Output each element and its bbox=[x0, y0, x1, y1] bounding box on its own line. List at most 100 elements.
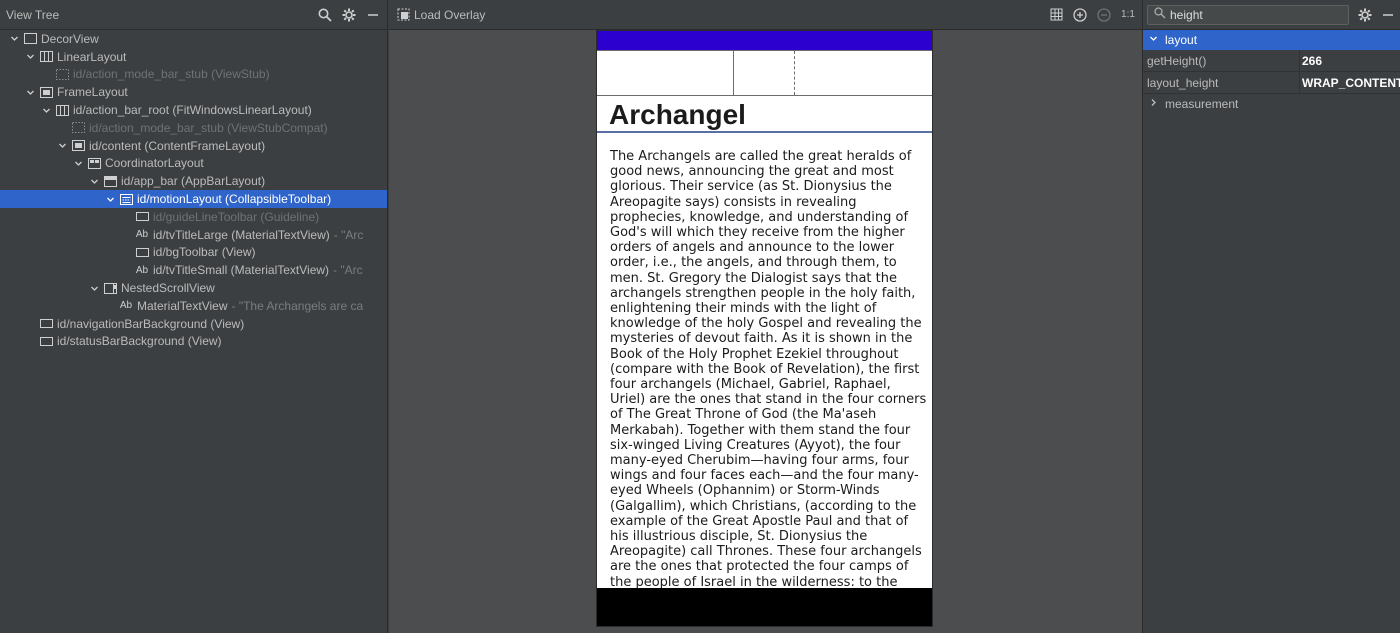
tree-node[interactable]: Ab id/tvTitleLarge (MaterialTextView) - "A… bbox=[0, 226, 387, 244]
tree-node[interactable]: id/app_bar (AppBarLayout) bbox=[0, 172, 387, 190]
property-value: WRAP_CONTENT bbox=[1299, 72, 1400, 93]
chevron-down-icon[interactable] bbox=[88, 175, 100, 187]
guideline bbox=[794, 51, 795, 95]
tree-node-label: id/tvTitleSmall (MaterialTextView) bbox=[153, 263, 330, 278]
view-tree: DecorView LinearLayout id/action_mode_bar_… bbox=[0, 30, 387, 350]
chevron-down-icon[interactable] bbox=[24, 86, 36, 98]
tree-node-label: NestedScrollView bbox=[121, 281, 215, 296]
tree-node[interactable]: FrameLayout bbox=[0, 83, 387, 101]
tree-node-label: id/tvTitleLarge (MaterialTextView) bbox=[153, 227, 330, 242]
tree-node-label: id/statusBarBackground (View) bbox=[57, 334, 222, 349]
search-icon bbox=[1154, 7, 1166, 22]
property-group-layout[interactable]: layout bbox=[1143, 30, 1400, 50]
tree-node[interactable]: id/action_bar_root (FitWindowsLinearLayo… bbox=[0, 101, 387, 119]
zoom-out-icon[interactable] bbox=[1096, 7, 1112, 23]
attributes-header bbox=[1143, 0, 1400, 30]
chevron-down-icon[interactable] bbox=[72, 157, 84, 169]
property-group-label: layout bbox=[1165, 33, 1198, 47]
tree-node[interactable]: Ab id/tvTitleSmall (MaterialTextView) - "A… bbox=[0, 261, 387, 279]
property-group-label: measurement bbox=[1165, 97, 1239, 111]
attribute-search-box[interactable] bbox=[1147, 4, 1349, 25]
tree-node[interactable]: Ab MaterialTextView - "The Archangels are … bbox=[0, 297, 387, 315]
tree-node[interactable]: id/action_mode_bar_stub (ViewStub) bbox=[0, 66, 387, 84]
tree-node-text-preview: - "Arc bbox=[333, 263, 363, 278]
tree-node[interactable]: NestedScrollView bbox=[0, 279, 387, 297]
tree-node-text-preview: - "The Archangels are ca bbox=[231, 298, 364, 313]
chevron-down-icon[interactable] bbox=[104, 193, 116, 205]
property-row[interactable]: layout_height WRAP_CONTENT bbox=[1143, 72, 1400, 94]
property-value: 266 bbox=[1299, 50, 1400, 71]
view-type-scroll-icon bbox=[103, 282, 117, 294]
view-type-view-icon bbox=[39, 335, 53, 347]
tree-node[interactable]: id/action_mode_bar_stub (ViewStubCompat) bbox=[0, 119, 387, 137]
tree-node[interactable]: id/navigationBarBackground (View) bbox=[0, 315, 387, 333]
attribute-search-input[interactable] bbox=[1170, 7, 1320, 22]
tree-node[interactable]: id/bgToolbar (View) bbox=[0, 244, 387, 262]
tree-node[interactable]: id/content (ContentFrameLayout) bbox=[0, 137, 387, 155]
property-key: getHeight() bbox=[1147, 53, 1207, 68]
tree-node-label: id/app_bar (AppBarLayout) bbox=[121, 174, 266, 189]
chevron-down-icon[interactable] bbox=[40, 104, 52, 116]
view-tree-header: View Tree bbox=[0, 0, 387, 30]
article-text: The Archangels are called the great hera… bbox=[610, 149, 927, 620]
chevron-down-icon[interactable] bbox=[8, 33, 20, 45]
view-type-view-icon bbox=[135, 211, 149, 223]
property-row[interactable]: getHeight() 266 bbox=[1143, 50, 1400, 72]
tree-node-label: DecorView bbox=[41, 31, 99, 46]
overlay-icon bbox=[395, 7, 411, 23]
tree-node[interactable]: id/statusBarBackground (View) bbox=[0, 333, 387, 351]
search-icon[interactable] bbox=[317, 7, 333, 23]
property-key: layout_height bbox=[1147, 75, 1219, 90]
view-type-text-icon: Ab bbox=[135, 229, 149, 241]
actual-size-button[interactable]: 1:1 bbox=[1120, 7, 1136, 23]
navigation-bar-background bbox=[597, 588, 932, 626]
tree-node-label: MaterialTextView bbox=[137, 298, 228, 313]
tree-node-label: CoordinatorLayout bbox=[105, 156, 204, 171]
tree-node-label: id/guideLineToolbar (Guideline) bbox=[153, 209, 320, 224]
layout-bounds-icon[interactable] bbox=[1048, 7, 1064, 23]
tree-node[interactable]: id/guideLineToolbar (Guideline) bbox=[0, 208, 387, 226]
view-type-text-icon: Ab bbox=[119, 300, 133, 312]
minimize-icon[interactable] bbox=[1380, 7, 1396, 23]
property-group-measurement[interactable]: measurement bbox=[1143, 94, 1400, 114]
minimize-icon[interactable] bbox=[365, 7, 381, 23]
view-type-frame-icon bbox=[23, 33, 37, 45]
tree-node[interactable]: DecorView bbox=[0, 30, 387, 48]
view-type-appbar-icon bbox=[103, 175, 117, 187]
chevron-down-icon[interactable] bbox=[24, 51, 36, 63]
preview-toolbar: Load Overlay 1:1 bbox=[389, 0, 1142, 30]
chevron-down-icon[interactable] bbox=[88, 282, 100, 294]
zoom-in-icon[interactable] bbox=[1072, 7, 1088, 23]
view-type-view-icon bbox=[135, 246, 149, 258]
view-type-view-icon bbox=[39, 318, 53, 330]
tree-node-label: id/action_mode_bar_stub (ViewStub) bbox=[73, 67, 270, 82]
title-large: Archangel bbox=[609, 99, 746, 130]
view-type-dotted-icon bbox=[71, 122, 85, 134]
tree-node-label: id/bgToolbar (View) bbox=[153, 245, 256, 260]
chevron-down-icon[interactable] bbox=[56, 140, 68, 152]
gear-icon[interactable] bbox=[341, 7, 357, 23]
view-type-columns-icon bbox=[39, 51, 53, 63]
view-type-text-icon: Ab bbox=[135, 264, 149, 276]
gear-icon[interactable] bbox=[1357, 7, 1373, 23]
tree-node[interactable]: CoordinatorLayout bbox=[0, 155, 387, 173]
tree-node[interactable]: id/motionLayout (CollapsibleToolbar) bbox=[0, 190, 387, 208]
tree-node[interactable]: LinearLayout bbox=[0, 48, 387, 66]
chevron-right-icon bbox=[1149, 98, 1161, 110]
bg-toolbar bbox=[597, 50, 932, 96]
view-type-dotted-icon bbox=[55, 68, 69, 80]
tree-node-label: id/action_mode_bar_stub (ViewStubCompat) bbox=[89, 120, 328, 135]
device-preview: Archangel The Archangels are called the … bbox=[596, 30, 933, 627]
tree-node-label: id/navigationBarBackground (View) bbox=[57, 316, 245, 331]
view-tree-title: View Tree bbox=[6, 7, 60, 22]
load-overlay-button[interactable]: Load Overlay bbox=[414, 8, 485, 22]
view-type-coordinator-icon bbox=[87, 157, 101, 169]
